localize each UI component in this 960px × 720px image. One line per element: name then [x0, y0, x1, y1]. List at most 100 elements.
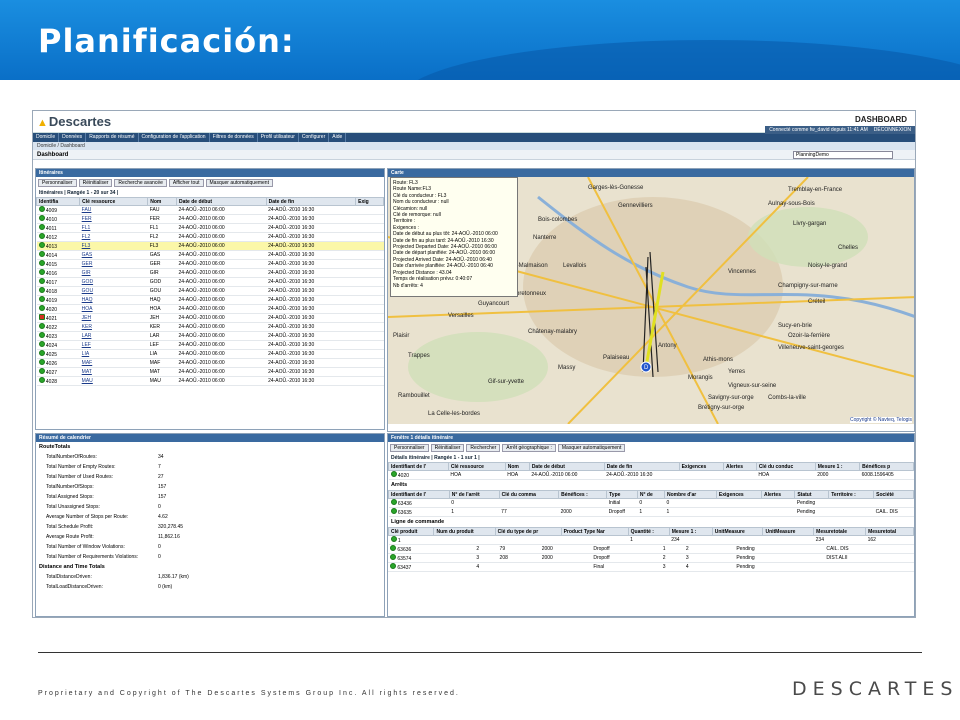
table-row[interactable]: 63635 1 77 2000 Dropoff 1 1 Pending CAIL. DIS — [388, 507, 914, 517]
table-row[interactable]: 4025 LIA LIA 24-AOÛ.-2010 06:00 24-AOÛ.-2010… — [36, 349, 384, 359]
table-row[interactable]: 4013 FL3 FL3 24-AOÛ.-2010 06:00 24-AOÛ.-2010… — [36, 241, 384, 251]
cell-resource-key[interactable]: LAR — [79, 331, 148, 341]
cell-resource-key[interactable]: GOU — [79, 286, 148, 296]
rechercher-button[interactable]: Rechercher — [466, 444, 501, 452]
cell-resource-key[interactable]: LEF — [79, 340, 148, 350]
table-row[interactable]: 4020 HOA HOA 24-AOÛ.-2010 06:00 24-AOÛ.-2010… — [36, 304, 384, 314]
reinitialiser-button[interactable]: Réinitialiser — [430, 444, 465, 452]
col-header[interactable]: Date de début — [176, 197, 267, 206]
resource-link[interactable]: KER — [82, 324, 92, 330]
menu-aide[interactable]: Aide — [329, 133, 347, 142]
col-header[interactable]: Quantité : — [627, 527, 670, 536]
col-header[interactable]: UnitMeasure — [711, 527, 764, 536]
masquer-auto-button[interactable]: Masquer automatiquement — [205, 179, 273, 187]
table-row[interactable]: 4009 FAU FAU 24-AOÛ.-2010 06:00 24-AOÛ.-2010… — [36, 205, 384, 215]
resource-link[interactable]: FL1 — [82, 225, 91, 231]
table-row[interactable]: 63636 2 79 2000 Dropoff 1 2 Pending CAIL. DIS — [388, 545, 914, 555]
cell-resource-key[interactable]: FER — [79, 214, 148, 224]
table-row[interactable]: 1 1 234 234 162 — [388, 535, 914, 545]
logout-link[interactable]: DÉCONNEXION — [874, 127, 911, 133]
table-row[interactable]: 4021 JEH JEH 24-AOÛ.-2010 06:00 24-AOÛ.-2010… — [36, 313, 384, 323]
col-header[interactable]: Nombre d'ar — [663, 490, 717, 499]
table-row[interactable]: 4026 MAF MAF 24-AOÛ.-2010 06:00 24-AOÛ.-2010… — [36, 358, 384, 368]
col-header[interactable]: Société — [873, 490, 914, 499]
col-header[interactable]: Identifiant de l' — [388, 490, 450, 499]
table-row[interactable]: 4014 GAS GAS 24-AOÛ.-2010 06:00 24-AOÛ.-2010… — [36, 250, 384, 260]
resource-link[interactable]: MAU — [82, 378, 93, 384]
col-header[interactable]: Exigences — [715, 490, 763, 499]
cell-resource-key[interactable]: GIR — [79, 268, 148, 278]
personnaliser-button[interactable]: Personnaliser — [38, 179, 77, 187]
col-header[interactable]: Identifiant de l' — [388, 462, 449, 471]
resource-link[interactable]: JEH — [82, 315, 91, 321]
cell-resource-key[interactable]: HAQ — [79, 295, 148, 305]
col-header[interactable]: Bénéfices p — [859, 462, 914, 471]
resource-link[interactable]: HOA — [82, 306, 93, 312]
masquer-auto-button[interactable]: Masquer automatiquement — [557, 444, 626, 452]
menu-configuration-app[interactable]: Configuration de l'application — [139, 133, 210, 142]
menu-filtres[interactable]: Filtres de données — [210, 133, 258, 142]
cell-resource-key[interactable]: GOD — [79, 277, 148, 287]
menu-configurer[interactable]: Configurer — [299, 133, 330, 142]
col-header[interactable]: Mesure 1 : — [814, 462, 861, 471]
col-header[interactable]: Num du produit — [433, 527, 496, 536]
table-row[interactable]: 4023 LAR LAR 24-AOÛ.-2010 06:00 24-AOÛ.-2010… — [36, 331, 384, 341]
resource-link[interactable]: LAR — [82, 333, 92, 339]
cell-resource-key[interactable]: FL1 — [79, 223, 148, 233]
col-header[interactable]: Statut — [794, 490, 830, 499]
planning-select[interactable]: PlanningDemo — [793, 151, 893, 159]
resource-link[interactable]: LIA — [82, 351, 90, 357]
cell-resource-key[interactable]: FL2 — [79, 232, 148, 242]
cell-resource-key[interactable]: MAT — [79, 367, 148, 377]
col-header[interactable]: Clé produit — [388, 527, 435, 536]
col-header[interactable]: Territoire : — [828, 490, 875, 499]
col-header[interactable]: Identifia — [36, 197, 81, 206]
table-row[interactable]: 4011 FL1 FL1 24-AOÛ.-2010 06:00 24-AOÛ.-2010… — [36, 223, 384, 233]
resource-link[interactable]: MAT — [82, 369, 92, 375]
menu-rapports[interactable]: Rapports de résumé — [86, 133, 139, 142]
col-header[interactable]: UnitMeasure — [762, 527, 815, 536]
table-row[interactable]: 4022 KER KER 24-AOÛ.-2010 06:00 24-AOÛ.-2010… — [36, 322, 384, 332]
col-header[interactable]: Date de fin — [265, 197, 357, 206]
col-header[interactable]: Exigences — [678, 462, 725, 471]
table-row[interactable]: 4019 HAQ HAQ 24-AOÛ.-2010 06:00 24-AOÛ.-2010… — [36, 295, 384, 305]
recherche-avancee-button[interactable]: Recherche avancée — [114, 179, 167, 187]
cell-resource-key[interactable]: MAF — [79, 358, 148, 368]
col-header[interactable]: Product Type Nar — [560, 527, 629, 536]
personnaliser-button[interactable]: Personnaliser — [390, 444, 429, 452]
table-row[interactable]: 4027 MAT MAT 24-AOÛ.-2010 06:00 24-AOÛ.-2010… — [36, 367, 384, 377]
col-header[interactable]: N° de — [636, 490, 665, 499]
col-header[interactable]: Clé du type de pr — [494, 527, 562, 536]
map-canvas[interactable]: D Garges-lès-Gonesse Tremblay-en-France Au… — [388, 176, 914, 425]
cell-resource-key[interactable]: MAU — [79, 376, 148, 386]
col-header[interactable]: Clé ressource — [447, 462, 506, 471]
col-header[interactable]: Nom — [504, 462, 530, 471]
col-header[interactable]: Alertes — [723, 462, 757, 471]
col-header[interactable]: Clé du comma — [498, 490, 560, 499]
col-header[interactable]: Mesure 1 : — [668, 527, 713, 536]
col-header[interactable]: N° de l'arrêt — [448, 490, 500, 499]
table-row[interactable]: 4024 LEF LEF 24-AOÛ.-2010 06:00 24-AOÛ.-2010… — [36, 340, 384, 350]
cell-resource-key[interactable]: GAS — [79, 250, 148, 260]
cell-resource-key[interactable]: FAU — [79, 205, 148, 215]
cell-resource-key[interactable]: LIA — [79, 349, 148, 359]
resource-link[interactable]: GOU — [82, 288, 93, 294]
col-header[interactable]: Clé du conduc — [755, 462, 816, 471]
table-row[interactable]: 4015 GER GER 24-AOÛ.-2010 06:00 24-AOÛ.-2010… — [36, 259, 384, 269]
afficher-tout-button[interactable]: Afficher tout — [168, 179, 204, 187]
reinitialiser-button[interactable]: Réinitialiser — [78, 179, 113, 187]
table-row[interactable]: 63574 3 208 2000 Dropoff 2 3 Pending DIST.ALII — [388, 553, 914, 564]
col-header[interactable]: Date de début — [528, 462, 605, 471]
table-row[interactable]: 4016 GIR GIR 24-AOÛ.-2010 06:00 24-AOÛ.-2010… — [36, 268, 384, 278]
col-header[interactable]: Nom — [147, 197, 177, 206]
resource-link[interactable]: GIR — [82, 270, 91, 276]
table-row[interactable]: 4010 FER FER 24-AOÛ.-2010 06:00 24-AOÛ.-2010… — [36, 214, 384, 224]
cell-resource-key[interactable]: KER — [79, 322, 148, 332]
col-header[interactable]: Date de fin — [603, 462, 680, 471]
resource-link[interactable]: HAQ — [82, 297, 93, 303]
cell-resource-key[interactable]: GER — [79, 259, 148, 269]
table-row[interactable]: 63437 4 Final 3 4 Pending — [388, 562, 914, 573]
resource-link[interactable]: FL3 — [82, 243, 91, 249]
col-header[interactable]: Mesuretotal — [865, 527, 914, 536]
resource-link[interactable]: FAU — [82, 207, 92, 213]
